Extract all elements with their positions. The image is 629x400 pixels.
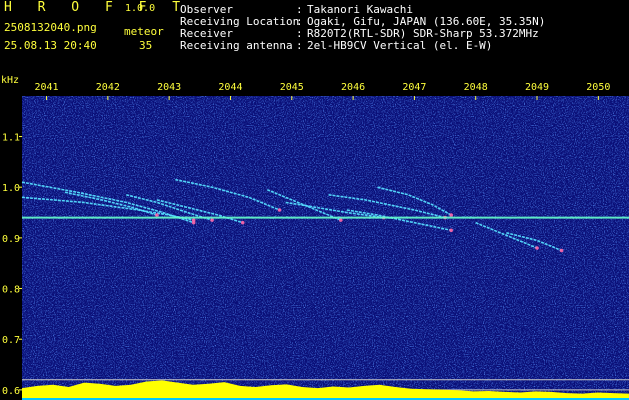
meteor-echo-head [339, 218, 343, 222]
x-tick-label: 2041 [34, 82, 58, 93]
meteor-echo-head [191, 218, 196, 222]
antenna-colon: : [296, 39, 303, 52]
x-tick-label: 2043 [157, 82, 181, 93]
x-tick-label: 2046 [341, 82, 365, 93]
antenna-value: 2el-HB9CV Vertical (el. E-W) [307, 39, 493, 52]
meteor-echo-head [277, 208, 282, 212]
x-tick-label: 2045 [280, 82, 304, 93]
y-tick-label: 0.9 [2, 234, 20, 245]
meteor-echo-head [559, 248, 564, 253]
count-label: meteor [124, 25, 164, 38]
meteor-echo-head [240, 220, 245, 225]
file-name: 2508132040.png [4, 21, 97, 34]
meteor-echo-head [449, 213, 453, 217]
y-tick-label: 0.8 [2, 285, 20, 296]
x-tick-label: 2047 [402, 82, 426, 93]
meteor-echo-head [535, 246, 539, 250]
y-axis-label: kHz [1, 75, 19, 86]
meteor-echo-head [210, 218, 214, 222]
y-tick-label: 1.0 [2, 183, 20, 194]
app-version: 1.0.0 [125, 3, 156, 14]
spectrogram-chart: kHz 2041 2042 2043 2044 2045 2046 2047 2048 2049… [1, 75, 629, 400]
x-tick-label: 2044 [218, 82, 242, 93]
header-panel: H R O F F T 1.0.0 2508132040.png 25.08.1… [0, 0, 629, 72]
y-tick-label: 1.1 [2, 133, 20, 144]
x-tick-label: 2048 [464, 82, 488, 93]
x-tick-label: 2049 [525, 82, 549, 93]
antenna-key: Receiving antenna [180, 39, 293, 52]
y-tick-label: 0.7 [2, 335, 20, 346]
y-tick-group: 1.1 1.0 0.9 0.8 0.7 0.6 [2, 133, 22, 397]
count-value: 35 [139, 39, 153, 52]
timestamp: 25.08.13 20:40 [4, 39, 97, 52]
x-tick-label: 2050 [586, 82, 610, 93]
app-title: H R O F F T [4, 0, 190, 15]
y-tick-label: 0.6 [2, 386, 20, 397]
meteor-echo-head [449, 228, 453, 233]
meteor-echo-head [155, 213, 159, 217]
x-tick-label: 2042 [96, 82, 120, 93]
